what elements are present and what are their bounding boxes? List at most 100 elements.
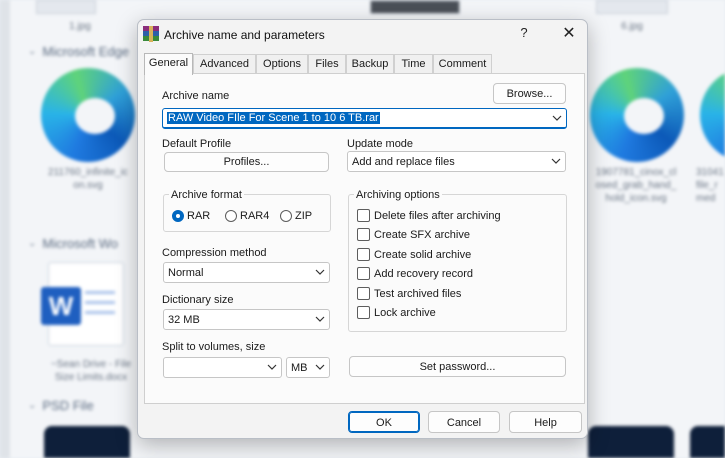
tab-comment[interactable]: Comment — [433, 54, 492, 74]
compression-method-label: Compression method — [162, 247, 267, 259]
photoshop-file-icon — [588, 426, 674, 458]
photoshop-file-icon — [690, 426, 725, 458]
default-profile-label: Default Profile — [162, 138, 232, 150]
photoshop-file-icon — [44, 426, 130, 458]
chevron-down-icon — [267, 364, 277, 370]
title-bar[interactable]: Archive name and parameters ? ✕ — [138, 20, 587, 50]
option-delete-files[interactable]: Delete files after archiving — [357, 209, 501, 222]
doc-line — [85, 301, 115, 304]
edge-icon — [700, 68, 725, 162]
thumbnail — [370, 0, 460, 14]
file-caption: 31041 file_r med — [696, 167, 724, 204]
winrar-icon — [143, 26, 159, 42]
option-label: Test archived files — [374, 287, 462, 300]
file-caption: 1907781_cinox_cl osed_grab_hand_ hold_ic… — [595, 167, 677, 204]
word-document-icon: W — [41, 262, 124, 346]
archive-format-label: Archive format — [169, 189, 244, 201]
option-label: Create solid archive — [374, 248, 472, 261]
edge-icon — [41, 68, 135, 162]
tab-time[interactable]: Time — [394, 54, 433, 74]
word-logo-icon: W — [41, 287, 81, 325]
radio-icon — [280, 210, 292, 222]
dictionary-size-label: Dictionary size — [162, 294, 234, 306]
file-caption: 6.jpg — [621, 21, 643, 32]
cancel-button[interactable]: Cancel — [428, 411, 500, 433]
checkbox-icon — [357, 248, 370, 261]
option-lock-archive[interactable]: Lock archive — [357, 306, 436, 319]
tab-backup[interactable]: Backup — [346, 54, 394, 74]
archiving-options-label: Archiving options — [354, 189, 442, 201]
split-unit-value: MB — [291, 362, 308, 374]
chevron-down-icon — [315, 269, 325, 275]
file-caption: 211760_infinite_ic on.svg — [48, 167, 128, 191]
dictionary-size-value: 32 MB — [168, 314, 200, 326]
doc-line — [85, 311, 115, 314]
split-size-combo[interactable] — [163, 357, 282, 378]
format-radio-rar4[interactable]: RAR4 — [225, 210, 269, 222]
chevron-down-icon — [552, 115, 562, 121]
option-create-solid[interactable]: Create solid archive — [357, 248, 471, 261]
update-mode-select[interactable]: Add and replace files — [347, 151, 566, 172]
chevron-down-icon: ⌄ — [28, 46, 37, 57]
doc-line — [85, 291, 115, 294]
archive-name-label: Archive name — [162, 90, 230, 102]
thumbnail — [36, 0, 96, 14]
split-volumes-label: Split to volumes, size — [162, 341, 266, 353]
option-label: Delete files after archiving — [374, 209, 501, 222]
group-title: PSD File — [42, 398, 94, 413]
dictionary-size-select[interactable]: 32 MB — [163, 309, 330, 330]
browse-button[interactable]: Browse... — [493, 83, 566, 104]
tab-options[interactable]: Options — [256, 54, 308, 74]
update-mode-value: Add and replace files — [352, 156, 455, 168]
group-header: ⌄ Microsoft Edge — [28, 44, 129, 59]
checkbox-icon — [357, 228, 370, 241]
explorer-scroll-edge — [0, 0, 10, 458]
compression-method-select[interactable]: Normal — [163, 262, 330, 283]
checkbox-icon — [357, 306, 370, 319]
file-caption: ~Sean Drive - File Size Limits.docx — [50, 359, 132, 383]
chevron-down-icon: ⌄ — [28, 400, 37, 411]
format-rar4-label: RAR4 — [240, 210, 270, 222]
chevron-down-icon — [551, 158, 561, 164]
close-icon[interactable]: ✕ — [558, 23, 580, 43]
thumbnail — [596, 0, 668, 14]
archive-name-value: RAW Video FIle For Scene 1 to 10 6 TB.ra… — [167, 112, 380, 124]
group-title: Microsoft Edge — [42, 44, 130, 59]
help-button[interactable]: Help — [509, 411, 582, 433]
option-label: Lock archive — [374, 306, 436, 319]
format-radio-zip[interactable]: ZIP — [280, 210, 312, 222]
group-header: ⌄ Microsoft Wo — [28, 236, 118, 251]
file-caption: 1.jpg — [69, 21, 91, 32]
tab-strip: General Advanced Options Files Backup Ti… — [144, 53, 584, 75]
split-unit-select[interactable]: MB — [286, 357, 330, 378]
compression-method-value: Normal — [168, 267, 204, 279]
chevron-down-icon: ⌄ — [28, 238, 37, 249]
tab-advanced[interactable]: Advanced — [193, 54, 256, 74]
set-password-button[interactable]: Set password... — [349, 356, 566, 377]
option-label: Create SFX archive — [374, 228, 470, 241]
ok-button[interactable]: OK — [348, 411, 420, 433]
chevron-down-icon — [315, 316, 325, 322]
option-create-sfx[interactable]: Create SFX archive — [357, 228, 470, 241]
format-zip-label: ZIP — [295, 210, 313, 222]
help-icon[interactable]: ? — [514, 25, 534, 40]
group-title: Microsoft Wo — [42, 236, 118, 251]
option-recovery-record[interactable]: Add recovery record — [357, 267, 473, 280]
archive-name-combo[interactable]: RAW Video FIle For Scene 1 to 10 6 TB.ra… — [162, 108, 567, 129]
radio-icon — [225, 210, 237, 222]
format-rar-label: RAR — [187, 210, 211, 222]
checkbox-icon — [357, 209, 370, 222]
radio-selected-icon — [172, 210, 184, 222]
checkbox-icon — [357, 267, 370, 280]
tab-general[interactable]: General — [144, 53, 193, 75]
option-test-archived[interactable]: Test archived files — [357, 287, 461, 300]
format-radio-rar[interactable]: RAR — [172, 210, 210, 222]
tab-files[interactable]: Files — [308, 54, 346, 74]
group-header: ⌄ PSD File — [28, 398, 94, 413]
archive-parameters-dialog: Archive name and parameters ? ✕ General … — [137, 19, 588, 439]
option-label: Add recovery record — [374, 267, 474, 280]
update-mode-label: Update mode — [347, 138, 414, 150]
profiles-button[interactable]: Profiles... — [164, 152, 329, 172]
checkbox-icon — [357, 287, 370, 300]
chevron-down-icon — [315, 364, 325, 370]
